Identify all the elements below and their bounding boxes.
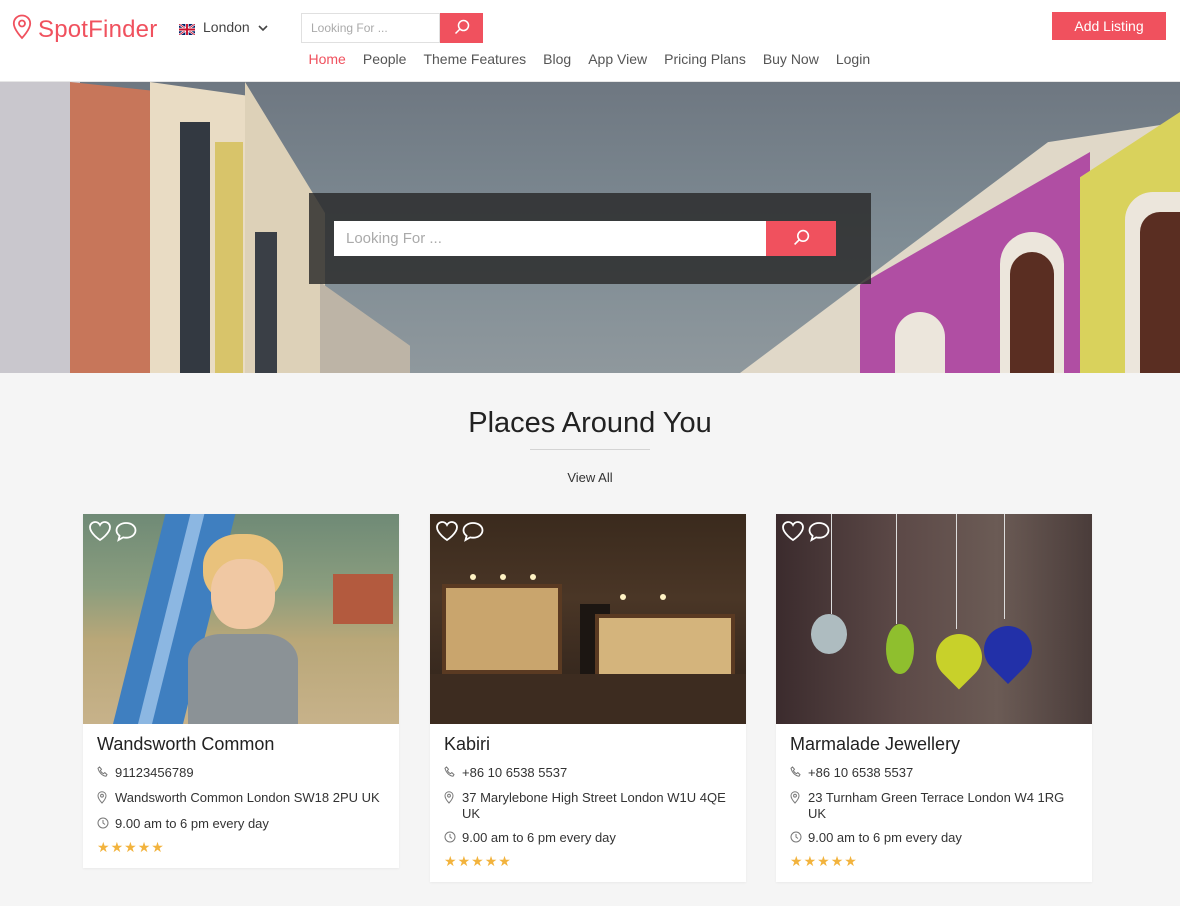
nav-item-login[interactable]: Login — [827, 51, 878, 67]
listing-details: Wandsworth Common 91123456789 Wandsworth… — [83, 724, 399, 868]
search-icon — [793, 229, 810, 249]
hero-search — [334, 221, 836, 256]
uk-flag-icon — [178, 22, 196, 36]
star-icon: ★ — [471, 853, 484, 869]
phone-icon — [97, 765, 110, 782]
header-search-button[interactable] — [440, 13, 483, 43]
comment-icon[interactable] — [114, 520, 138, 547]
card-actions — [781, 520, 831, 547]
main-nav: Home People Theme Features Blog App View… — [300, 51, 879, 67]
listing-image[interactable] — [776, 514, 1092, 724]
listing-hours-text: 9.00 am to 6 pm every day — [115, 816, 269, 831]
listing-title[interactable]: Marmalade Jewellery — [790, 734, 1078, 755]
card-actions — [435, 520, 485, 547]
add-listing-button[interactable]: Add Listing — [1052, 12, 1166, 40]
heart-icon[interactable] — [781, 520, 805, 547]
star-icon: ★ — [830, 853, 844, 869]
nav-item-blog[interactable]: Blog — [535, 51, 580, 67]
phone-icon — [444, 765, 457, 782]
listing-title[interactable]: Wandsworth Common — [97, 734, 385, 755]
star-icon: ★ — [817, 853, 830, 869]
listing-address: 23 Turnham Green Terrace London W4 1RG U… — [790, 790, 1078, 822]
location-pin-icon — [444, 790, 457, 808]
star-icon: ★ — [110, 839, 124, 855]
listing-address-text: Wandsworth Common London SW18 2PU UK — [115, 790, 380, 805]
listing-hours: 9.00 am to 6 pm every day — [444, 830, 732, 847]
hero-search-input[interactable] — [334, 221, 766, 256]
rating-stars: ★ ★ ★ ★ ★ — [790, 854, 1078, 868]
star-icon: ★ — [137, 839, 151, 855]
brand-name: SpotFinder — [38, 15, 158, 43]
city-selector[interactable]: London — [178, 19, 268, 36]
listing-card[interactable]: Wandsworth Common 91123456789 Wandsworth… — [83, 514, 399, 868]
listing-phone: +86 10 6538 5537 — [790, 765, 1078, 782]
listing-card[interactable]: Marmalade Jewellery +86 10 6538 5537 23 … — [776, 514, 1092, 882]
comment-icon[interactable] — [807, 520, 831, 547]
header-search-input[interactable] — [301, 13, 440, 43]
rating-stars: ★ ★ ★ ★ ★ — [97, 840, 385, 854]
star-icon: ★ — [97, 839, 110, 855]
star-icon: ★ — [151, 839, 164, 855]
star-icon: ★ — [124, 839, 137, 855]
listing-phone: +86 10 6538 5537 — [444, 765, 732, 782]
card-actions — [88, 520, 138, 547]
section-title: Places Around You — [468, 407, 712, 439]
listing-phone-text: +86 10 6538 5537 — [462, 765, 568, 780]
nav-item-people[interactable]: People — [354, 51, 415, 67]
header-search — [301, 13, 483, 43]
phone-icon — [790, 765, 803, 782]
star-icon: ★ — [484, 853, 498, 869]
site-header: SpotFinder London Add Listing Home Peopl… — [0, 0, 1180, 82]
listing-card[interactable]: Kabiri +86 10 6538 5537 37 Marylebone Hi… — [430, 514, 746, 882]
listing-details: Marmalade Jewellery +86 10 6538 5537 23 … — [776, 724, 1092, 882]
listing-address: 37 Marylebone High Street London W1U 4QE… — [444, 790, 732, 822]
heart-icon[interactable] — [88, 520, 112, 547]
search-icon — [454, 19, 470, 38]
comment-icon[interactable] — [461, 520, 485, 547]
star-icon: ★ — [803, 853, 817, 869]
listing-hours: 9.00 am to 6 pm every day — [790, 830, 1078, 847]
star-icon: ★ — [457, 853, 471, 869]
nav-item-theme-features[interactable]: Theme Features — [415, 51, 535, 67]
rating-stars: ★ ★ ★ ★ ★ — [444, 854, 732, 868]
listing-image[interactable] — [83, 514, 399, 724]
listing-image[interactable] — [430, 514, 746, 724]
listing-address-text: 23 Turnham Green Terrace London W4 1RG U… — [808, 790, 1065, 821]
heart-icon[interactable] — [435, 520, 459, 547]
location-pin-icon — [790, 790, 803, 808]
nav-item-home[interactable]: Home — [300, 51, 354, 67]
clock-icon — [444, 830, 457, 847]
logo[interactable]: SpotFinder — [12, 14, 157, 45]
listing-address-text: 37 Marylebone High Street London W1U 4QE… — [462, 790, 726, 821]
star-icon: ★ — [790, 853, 803, 869]
nav-item-pricing-plans[interactable]: Pricing Plans — [656, 51, 755, 67]
listing-phone: 91123456789 — [97, 765, 385, 782]
star-icon: ★ — [844, 853, 857, 869]
hero-search-button[interactable] — [766, 221, 836, 256]
hero-banner — [0, 82, 1180, 373]
hero-search-panel — [309, 193, 871, 284]
listing-phone-text: 91123456789 — [115, 765, 194, 780]
view-all: View All — [0, 470, 1180, 485]
listing-phone-text: +86 10 6538 5537 — [808, 765, 914, 780]
map-pin-icon — [12, 14, 32, 45]
listing-details: Kabiri +86 10 6538 5537 37 Marylebone Hi… — [430, 724, 746, 882]
listing-title[interactable]: Kabiri — [444, 734, 732, 755]
listing-address: Wandsworth Common London SW18 2PU UK — [97, 790, 385, 808]
listing-hours-text: 9.00 am to 6 pm every day — [462, 830, 616, 845]
view-all-link[interactable]: View All — [567, 470, 612, 485]
nav-item-app-view[interactable]: App View — [580, 51, 656, 67]
chevron-down-icon — [258, 19, 268, 35]
clock-icon — [97, 816, 110, 833]
listing-hours: 9.00 am to 6 pm every day — [97, 816, 385, 833]
location-pin-icon — [97, 790, 110, 808]
clock-icon — [790, 830, 803, 847]
city-label: London — [203, 19, 250, 35]
listing-hours-text: 9.00 am to 6 pm every day — [808, 830, 962, 845]
title-divider — [530, 449, 650, 450]
nav-item-buy-now[interactable]: Buy Now — [754, 51, 827, 67]
star-icon: ★ — [498, 853, 511, 869]
star-icon: ★ — [444, 853, 457, 869]
